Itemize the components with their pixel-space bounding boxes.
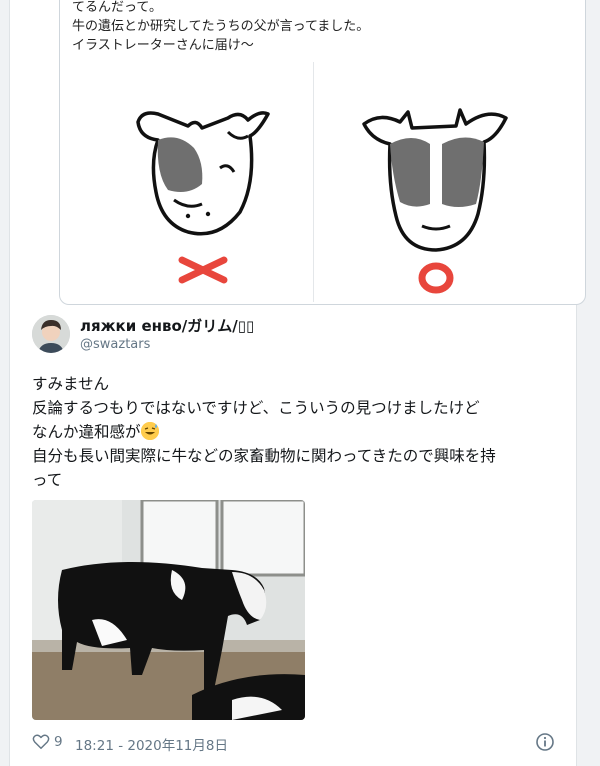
tweet-line: 自分も長い間実際に牛などの家畜動物に関わってきたので興味を持 — [32, 447, 496, 465]
wrong-cow-illustration — [128, 92, 278, 302]
correct-mark-icon — [418, 262, 454, 294]
author-name[interactable]: ляжки енво/ガリム/▯▯ — [80, 315, 254, 336]
quote-line-1: てるんだって。 — [72, 0, 162, 15]
quoted-tweet-text: てるんだって。 牛の遺伝とか研究してたうちの父が言ってました。 イラストレーター… — [72, 0, 572, 55]
illustration-divider — [313, 62, 314, 302]
tweet-footer: 9 18:21 - 2020年11月8日 — [32, 732, 557, 754]
tweet-line: って — [32, 471, 63, 489]
quote-line-2: 牛の遺伝とか研究してたうちの父が言ってました。 — [72, 19, 370, 34]
info-icon[interactable] — [535, 732, 555, 752]
avatar[interactable] — [32, 315, 70, 353]
tweet-line: 反論するつもりではないですけど、こういうの見つけましたけど — [32, 399, 480, 417]
like-count: 9 — [54, 734, 63, 750]
author-handle[interactable]: @swaztars — [80, 337, 150, 352]
tweet-line: すみません — [32, 375, 110, 393]
tweet-line-text: なんか違和感が — [32, 423, 141, 441]
attached-cow-photo[interactable] — [32, 500, 305, 720]
wrong-mark-icon — [178, 256, 228, 284]
correct-cow-illustration — [360, 92, 510, 302]
tweet-line: なんか違和感が — [32, 420, 557, 444]
timestamp[interactable]: 18:21 - 2020年11月8日 — [75, 734, 228, 754]
tweet-text: すみません 反論するつもりではないですけど、こういうの見つけましたけど なんか違… — [32, 372, 557, 492]
heart-icon[interactable] — [32, 733, 50, 751]
quote-line-3: イラストレーターさんに届け〜 — [72, 38, 254, 53]
sweat-smile-emoji-icon — [140, 422, 159, 440]
